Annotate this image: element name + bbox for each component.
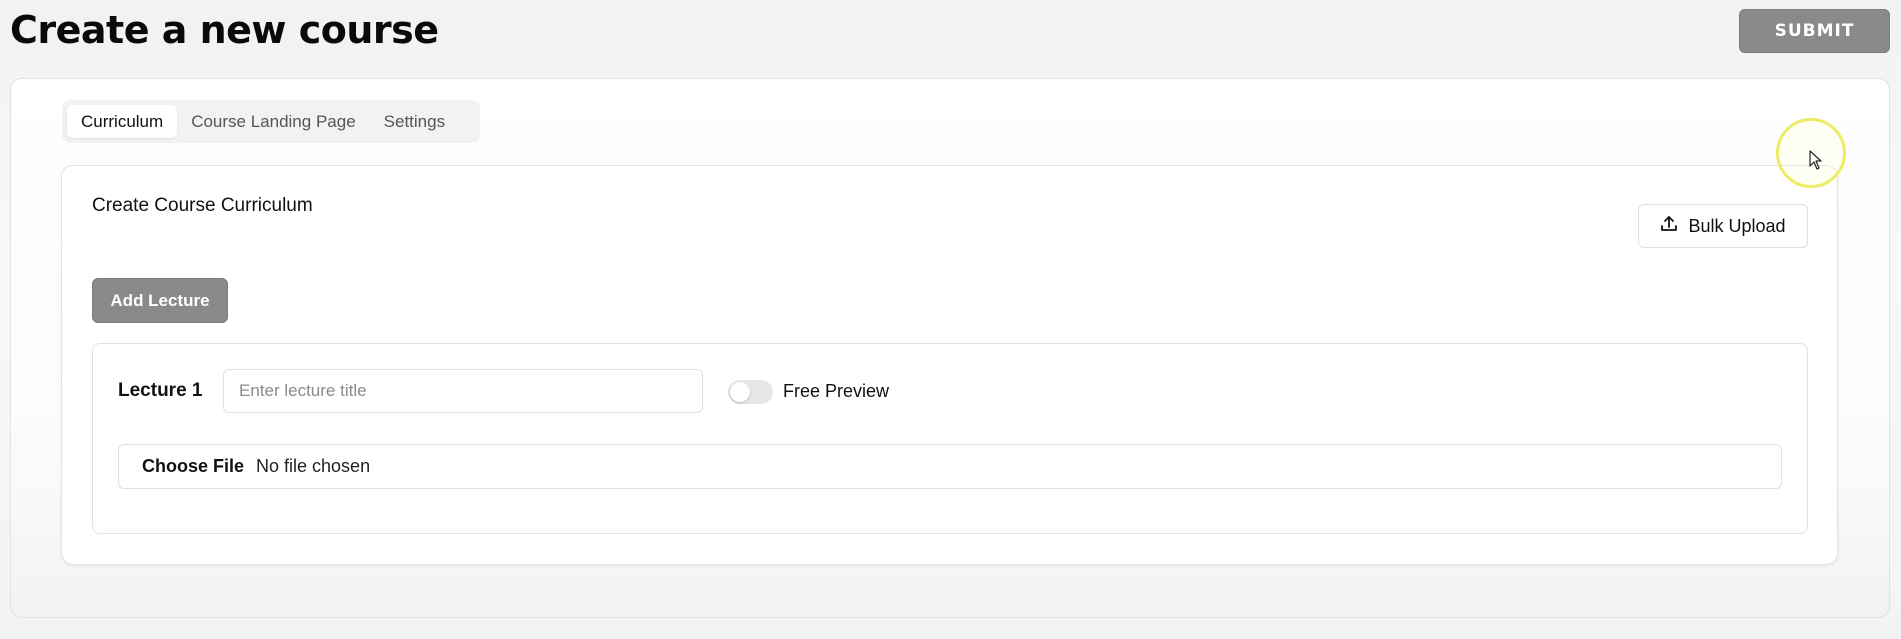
bulk-upload-label: Bulk Upload xyxy=(1688,215,1786,236)
file-input[interactable]: Choose File No file chosen xyxy=(118,444,1782,489)
page-title: Create a new course xyxy=(10,8,439,52)
upload-icon xyxy=(1660,215,1678,238)
submit-button[interactable]: SUBMIT xyxy=(1739,9,1890,53)
tab-curriculum[interactable]: Curriculum xyxy=(67,105,178,138)
curriculum-section-title: Create Course Curriculum xyxy=(92,195,313,216)
file-status-text: No file chosen xyxy=(256,456,371,476)
tab-settings[interactable]: Settings xyxy=(370,105,459,138)
lecture-title-input[interactable] xyxy=(223,369,703,413)
add-lecture-button[interactable]: Add Lecture xyxy=(92,278,228,323)
choose-file-button[interactable]: Choose File xyxy=(142,456,244,477)
bulk-upload-button[interactable]: Bulk Upload xyxy=(1638,204,1808,248)
tab-list: Curriculum Course Landing Page Settings xyxy=(62,100,480,143)
free-preview-toggle[interactable] xyxy=(728,380,773,404)
free-preview-label: Free Preview xyxy=(783,381,890,401)
mouse-pointer-icon xyxy=(1809,150,1823,175)
toggle-knob xyxy=(730,382,750,402)
lecture-label: Lecture 1 xyxy=(118,380,203,401)
tab-course-landing-page[interactable]: Course Landing Page xyxy=(177,105,369,138)
